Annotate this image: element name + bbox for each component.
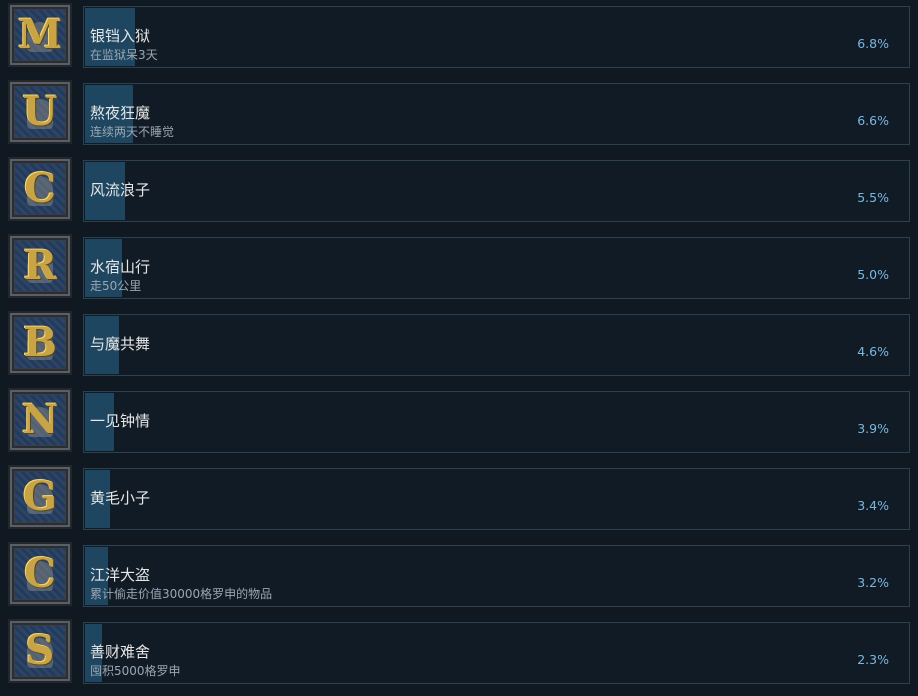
achievement-description: 走50公里 <box>90 279 142 293</box>
coin-chest-icon: S <box>8 619 72 683</box>
achievement-title: 一见钟情 <box>90 412 151 430</box>
achievement-row[interactable]: N 一见钟情 3.9% <box>0 387 918 457</box>
hooded-thief-icon: C <box>8 542 72 606</box>
achievement-row[interactable]: U 熬夜狂魔 连续两天不睡觉 6.6% <box>0 79 918 149</box>
achievement-progress-bar: 水宿山行 走50公里 5.0% <box>83 237 910 299</box>
achievement-description: 在监狱呆3天 <box>90 48 158 62</box>
traveler-walking-icon: R <box>8 234 72 298</box>
prisoner-in-cell-icon: M <box>8 3 72 67</box>
achievement-title: 银铛入狱 <box>90 27 151 45</box>
achievement-title: 善财难舍 <box>90 643 151 661</box>
lovestruck-figure-icon: N <box>8 388 72 452</box>
achievement-list: M 银铛入狱 在监狱呆3天 6.8% U 熬夜狂魔 连续两天不睡觉 6.6% C… <box>0 0 918 696</box>
sleepless-man-icon: U <box>8 80 72 144</box>
achievement-progress-bar: 熬夜狂魔 连续两天不睡觉 6.6% <box>83 83 910 145</box>
achievement-progress-bar: 风流浪子 5.5% <box>83 160 910 222</box>
couple-embracing-icon: C <box>8 157 72 221</box>
achievement-percent: 4.6% <box>857 344 889 359</box>
achievement-row[interactable]: B 与魔共舞 4.6% <box>0 310 918 380</box>
achievement-percent: 3.9% <box>857 421 889 436</box>
dancing-beast-icon: B <box>8 311 72 375</box>
achievement-percent: 3.2% <box>857 575 889 590</box>
achievement-description: 囤积5000格罗申 <box>90 664 181 678</box>
achievement-percent: 3.4% <box>857 498 889 513</box>
achievement-title: 江洋大盗 <box>90 566 151 584</box>
achievement-title: 风流浪子 <box>90 181 151 199</box>
achievement-progress-bar: 一见钟情 3.9% <box>83 391 910 453</box>
achievement-title: 水宿山行 <box>90 258 151 276</box>
achievement-progress-bar: 黄毛小子 3.4% <box>83 468 910 530</box>
achievement-row[interactable]: M 银铛入狱 在监狱呆3天 6.8% <box>0 2 918 72</box>
achievement-title: 熬夜狂魔 <box>90 104 151 122</box>
achievement-description: 连续两天不睡觉 <box>90 125 175 139</box>
achievement-percent: 2.3% <box>857 652 889 667</box>
achievement-progress-bar: 银铛入狱 在监狱呆3天 6.8% <box>83 6 910 68</box>
achievement-percent: 5.0% <box>857 267 889 282</box>
achievement-percent: 6.8% <box>857 36 889 51</box>
young-squire-icon: G <box>8 465 72 529</box>
achievement-description: 累计偷走价值30000格罗申的物品 <box>90 587 273 601</box>
achievement-progress-bar: 与魔共舞 4.6% <box>83 314 910 376</box>
achievement-title: 与魔共舞 <box>90 335 151 353</box>
achievement-percent: 6.6% <box>857 113 889 128</box>
achievement-row[interactable]: C 风流浪子 5.5% <box>0 156 918 226</box>
achievement-row[interactable]: C 江洋大盗 累计偷走价值30000格罗申的物品 3.2% <box>0 541 918 611</box>
achievement-row[interactable]: R 水宿山行 走50公里 5.0% <box>0 233 918 303</box>
achievement-progress-bar: 善财难舍 囤积5000格罗申 2.3% <box>83 622 910 684</box>
achievement-title: 黄毛小子 <box>90 489 151 507</box>
achievement-percent: 5.5% <box>857 190 889 205</box>
achievement-progress-bar: 江洋大盗 累计偷走价值30000格罗申的物品 3.2% <box>83 545 910 607</box>
achievement-row[interactable]: G 黄毛小子 3.4% <box>0 464 918 534</box>
achievement-row[interactable]: S 善财难舍 囤积5000格罗申 2.3% <box>0 618 918 688</box>
